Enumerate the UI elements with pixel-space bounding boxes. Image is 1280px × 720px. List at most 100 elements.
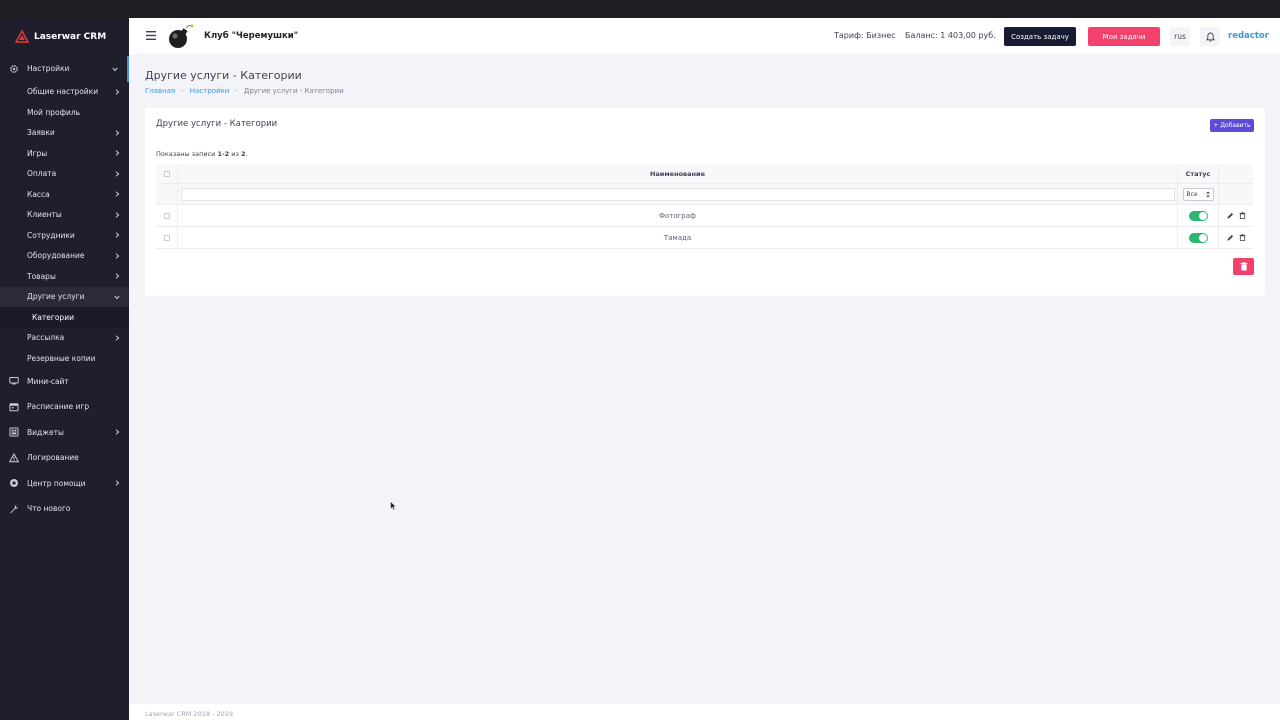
- chevron-right-icon: [115, 335, 120, 341]
- laserwar-logo-icon: [15, 30, 29, 43]
- hamburger-menu-icon[interactable]: [146, 31, 156, 40]
- sidebar-item-label: Мини-сайт: [27, 376, 69, 386]
- summary-suffix: .: [245, 150, 248, 158]
- edit-pencil-icon[interactable]: [1227, 234, 1234, 241]
- sidebar-item-0[interactable]: Настройки: [0, 56, 129, 82]
- sidebar-item-19[interactable]: Центр помощи: [0, 471, 129, 497]
- row-name: Тамада: [663, 233, 692, 242]
- warning-icon: [9, 452, 19, 463]
- chevron-right-icon: [115, 429, 120, 435]
- sidebar-item-16[interactable]: Расписание игр: [0, 394, 129, 420]
- sidebar-item-5[interactable]: Оплата: [0, 164, 129, 185]
- select-all-checkbox[interactable]: [163, 170, 170, 177]
- sidebar-item-17[interactable]: Виджеты: [0, 420, 129, 446]
- trash-icon: [1240, 262, 1247, 271]
- tariff-label: Тариф: Бизнес: [834, 31, 896, 40]
- create-task-button[interactable]: Создать задачу: [1004, 27, 1076, 46]
- table-row: Фотограф: [156, 205, 1253, 227]
- user-menu[interactable]: redactor: [1228, 31, 1269, 41]
- table-filter-row: Все: [156, 184, 1253, 205]
- sidebar-item-4[interactable]: Игры: [0, 143, 129, 164]
- chevron-right-icon: [115, 150, 120, 156]
- column-header-name[interactable]: Наименование: [650, 170, 705, 178]
- sidebar-item-label: Категории: [32, 312, 74, 322]
- chevron-right-icon: [115, 253, 120, 259]
- bulk-delete-button[interactable]: [1233, 258, 1254, 275]
- breadcrumb-current: Другие услуги - Категории: [243, 87, 344, 95]
- records-summary: Показаны записи 1-2 из 2.: [156, 150, 248, 158]
- sidebar-item-9[interactable]: Оборудование: [0, 246, 129, 267]
- row-checkbox[interactable]: [163, 212, 170, 219]
- notifications-button[interactable]: [1200, 27, 1220, 46]
- sidebar-item-label: Оборудование: [27, 251, 85, 261]
- delete-trash-icon[interactable]: [1239, 234, 1246, 241]
- add-button[interactable]: + Добавить: [1210, 119, 1254, 132]
- sidebar-item-label: Сотрудники: [27, 230, 75, 240]
- sidebar-item-3[interactable]: Заявки: [0, 123, 129, 144]
- status-toggle[interactable]: [1188, 232, 1208, 243]
- chevron-right-icon: [115, 212, 120, 218]
- card-title: Другие услуги - Категории: [156, 119, 278, 129]
- breadcrumb-home-link[interactable]: Главная: [145, 87, 175, 95]
- breadcrumb-separator: -: [181, 87, 184, 95]
- sidebar-item-label: Центр помощи: [27, 478, 86, 488]
- status-filter-select[interactable]: Все: [1182, 187, 1214, 201]
- row-checkbox[interactable]: [163, 234, 170, 241]
- club-logo-bomb-icon: [169, 24, 194, 48]
- chevron-right-icon: [115, 273, 120, 279]
- breadcrumb-settings-link[interactable]: Настройки: [190, 87, 230, 95]
- sidebar-item-13[interactable]: Рассылка: [0, 328, 129, 349]
- sidebar-item-label: Заявки: [27, 128, 55, 138]
- table-body: Фотограф Тамада: [156, 205, 1253, 249]
- sidebar-item-20[interactable]: Что нового: [0, 496, 129, 522]
- sidebar-item-label: Касса: [27, 189, 50, 199]
- sidebar-item-label: Клиенты: [27, 210, 62, 220]
- top-header: Клуб "Черемушки" Тариф: Бизнес Баланс: 1…: [129, 18, 1280, 54]
- column-header-status[interactable]: Статус: [1186, 170, 1211, 178]
- sidebar-item-14[interactable]: Резервные копии: [0, 348, 129, 369]
- gear-icon: [10, 64, 18, 73]
- sidebar-item-label: Игры: [27, 148, 48, 158]
- footer: Laserwar CRM 2018 - 2019: [129, 704, 1280, 720]
- chevron-down-icon: [114, 295, 120, 300]
- sidebar-item-label: Товары: [27, 271, 56, 281]
- sidebar-item-11[interactable]: Другие услуги: [0, 286, 129, 307]
- sidebar-item-12[interactable]: Категории: [0, 307, 129, 328]
- mouse-cursor-icon: [390, 501, 397, 511]
- breadcrumb: Главная - Настройки - Другие услуги - Ка…: [145, 87, 344, 95]
- brand[interactable]: Laserwar CRM: [0, 18, 129, 56]
- sidebar-item-18[interactable]: Логирование: [0, 445, 129, 471]
- sidebar-item-7[interactable]: Клиенты: [0, 205, 129, 226]
- widgets-icon: [9, 427, 19, 437]
- club-name: Клуб "Черемушки": [204, 31, 299, 41]
- table-row: Тамада: [156, 227, 1253, 249]
- sidebar-item-label: Резервные копии: [27, 353, 96, 363]
- sidebar-item-2[interactable]: Мой профиль: [0, 102, 129, 123]
- edit-pencil-icon[interactable]: [1227, 212, 1234, 219]
- sidebar-item-15[interactable]: Мини-сайт: [0, 369, 129, 395]
- sidebar: Laserwar CRM Настройки Общие настройки Мой…: [0, 18, 129, 720]
- sidebar-item-8[interactable]: Сотрудники: [0, 225, 129, 246]
- brand-name: Laserwar CRM: [34, 32, 107, 42]
- my-tasks-button[interactable]: Мои задачи: [1088, 27, 1160, 46]
- browser-top-strip: [0, 0, 1280, 18]
- sidebar-item-label: Логирование: [27, 453, 79, 463]
- help-icon: [10, 479, 18, 488]
- language-switch[interactable]: rus: [1170, 27, 1190, 46]
- sidebar-item-label: Что нового: [27, 504, 71, 514]
- chevron-right-icon: [115, 89, 120, 95]
- sidebar-item-label: Настройки: [27, 64, 70, 74]
- sidebar-item-6[interactable]: Касса: [0, 184, 129, 205]
- breadcrumb-separator: -: [235, 87, 238, 95]
- wrench-icon: [10, 504, 19, 513]
- summary-prefix: Показаны записи: [156, 150, 218, 158]
- sidebar-item-1[interactable]: Общие настройки: [0, 82, 129, 103]
- status-toggle[interactable]: [1188, 210, 1208, 221]
- balance-label: Баланс: 1 403,00 руб.: [905, 31, 996, 40]
- table-header-row: Наименование Статус: [156, 164, 1253, 184]
- delete-trash-icon[interactable]: [1239, 212, 1246, 219]
- bell-icon: [1205, 32, 1215, 42]
- sidebar-item-label: Рассылка: [27, 333, 65, 343]
- name-filter-input[interactable]: [180, 187, 1175, 201]
- sidebar-item-10[interactable]: Товары: [0, 266, 129, 287]
